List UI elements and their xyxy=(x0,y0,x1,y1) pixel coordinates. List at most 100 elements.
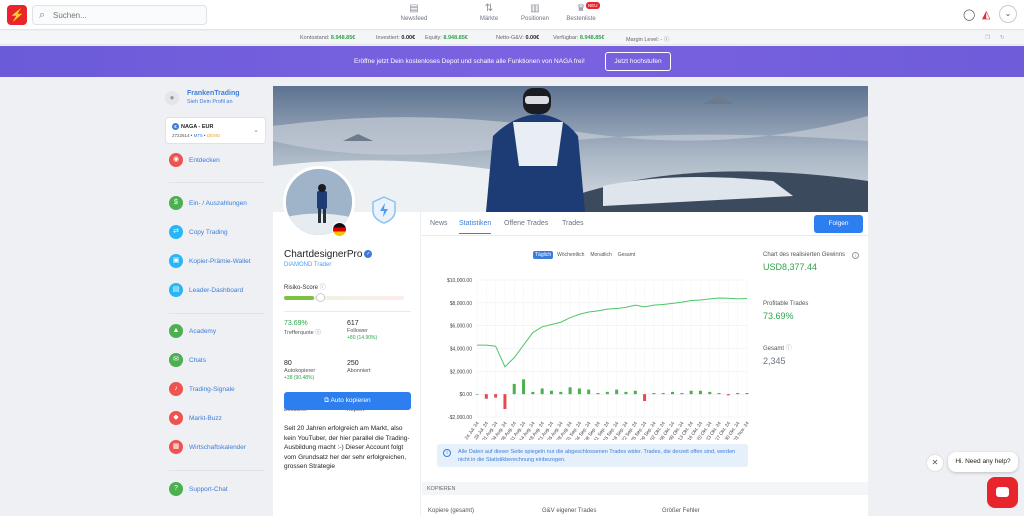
tab-news[interactable]: News xyxy=(430,220,448,227)
kopieren-section-header: KOPIEREN xyxy=(422,482,868,495)
daily-pnl-bar xyxy=(652,393,656,395)
info-note-text: Alle Daten auf dieser Seite spiegeln nur… xyxy=(458,449,736,463)
sidebar-item-label: Wirtschaftskalender xyxy=(189,444,247,451)
chat-greeting[interactable]: Hi. Need any help? xyxy=(948,452,1018,472)
close-icon[interactable]: ✕ xyxy=(926,454,944,472)
sidebar-item-academy[interactable]: ▲ Academy xyxy=(169,324,269,338)
upgrade-button[interactable]: Jetzt hochstufen xyxy=(605,52,671,71)
period-daily[interactable]: Täglich xyxy=(533,251,554,259)
sidebar-item-label: Chats xyxy=(189,357,206,364)
account-stats-bar: Kontostand: 8.948.85€ Investiert: 0.00€ … xyxy=(0,31,1024,45)
y-tick-label: $2,000.00 xyxy=(450,369,472,375)
chat-launcher-button[interactable] xyxy=(987,477,1018,508)
nav-newsfeed[interactable]: ▤ Newsfeed xyxy=(384,2,444,22)
nav-markets-label: Märkte xyxy=(479,16,499,22)
notification-bell-icon[interactable]: ◭ xyxy=(982,8,990,21)
search-input[interactable] xyxy=(53,8,203,22)
banner-text: Eröffne jetzt Dein kostenloses Depot und… xyxy=(354,58,585,65)
auto-copy-label: Auto kopieren xyxy=(330,397,371,404)
tab-statistics[interactable]: Statistiken xyxy=(459,220,492,234)
info-icon[interactable]: ⓘ xyxy=(786,346,792,352)
period-weekly[interactable]: Wöchentlich xyxy=(555,251,586,259)
daily-pnl-bar xyxy=(559,391,563,395)
daily-pnl-bar xyxy=(494,394,498,398)
account-type: MT5 xyxy=(193,133,203,138)
nav-positions-label: Positionen xyxy=(520,16,550,22)
followers-stat: 617 Follower +80 (14.90%) xyxy=(347,320,377,341)
info-note: i Alle Daten auf dieser Seite spiegeln nu… xyxy=(437,444,748,467)
y-tick-label: $6,000.00 xyxy=(450,324,472,330)
sidebar-item-entdecken[interactable]: ◉ Entdecken xyxy=(169,153,269,167)
leaderboard-icon: ♛ xyxy=(576,3,586,14)
cover-image xyxy=(273,86,868,212)
naga-logo[interactable]: ⚡ xyxy=(7,5,27,25)
search-box[interactable]: ⌕ xyxy=(32,5,207,25)
germany-flag-icon xyxy=(332,222,347,237)
diamond-badge-icon xyxy=(372,196,396,224)
sidebar-item-copy-trading[interactable]: ⇄ Copy Trading xyxy=(169,225,269,239)
chat-icon xyxy=(996,487,1009,497)
daily-pnl-bar xyxy=(549,390,553,395)
stat-margin: Margin Level: - ⓘ xyxy=(626,37,670,43)
chat-bubble-icon[interactable]: ◯ xyxy=(963,8,975,21)
daily-pnl-bar xyxy=(512,383,516,395)
daily-pnl-bar xyxy=(484,394,488,399)
tab-open-trades[interactable]: Offene Trades xyxy=(504,220,548,227)
trader-type: DIAMOND Trader xyxy=(284,262,332,268)
period-monthly[interactable]: Monatlich xyxy=(588,251,613,259)
sidebar-item-chats[interactable]: ✉ Chats xyxy=(169,353,269,367)
user-menu-chevron-icon[interactable]: ⌄ xyxy=(999,5,1017,23)
risk-knob xyxy=(316,293,325,302)
autocopiers-label: Autokopierer xyxy=(284,368,316,374)
sidebar-item-markt-buzz[interactable]: ◆ Markt-Buzz xyxy=(169,411,269,425)
cumulative-profit-line xyxy=(477,297,748,368)
sidebar-item-kopier-prämie-wallet[interactable]: ▣ Kopier-Prämie-Wallet xyxy=(169,254,269,268)
nav-icon: ▦ xyxy=(169,440,183,454)
account-selector[interactable]: € NAGA - EUR 2722614 • MT5 • DEMO ⌄ xyxy=(165,117,266,144)
trader-bio: Seit 20 Jahren erfolgreich am Markt, als… xyxy=(284,425,410,470)
info-icon[interactable]: i xyxy=(852,252,859,259)
account-name-label: NAGA - EUR xyxy=(181,124,214,130)
daily-pnl-bar xyxy=(671,391,675,395)
profile-name: FrankenTrading xyxy=(187,90,240,97)
sidebar-item-leader-dashboard[interactable]: ▤ Leader-Dashboard xyxy=(169,283,269,297)
followers-label: Follower xyxy=(347,328,368,334)
search-icon: ⌕ xyxy=(39,9,46,21)
nav-icon: ? xyxy=(169,482,183,496)
sidebar: ● FrankenTrading Sieh Dein Profil an € NA… xyxy=(164,86,269,516)
stat-label: Kontostand: xyxy=(300,35,330,41)
sidebar-profile[interactable]: ● FrankenTrading Sieh Dein Profil an xyxy=(164,86,269,111)
auto-copy-button[interactable]: ⧉ Auto kopieren xyxy=(284,392,411,410)
sidebar-item-ein-auszahlungen[interactable]: $ Ein- / Auszahlungen xyxy=(169,196,269,210)
sidebar-item-label: Ein- / Auszahlungen xyxy=(189,200,247,207)
tab-trades[interactable]: Trades xyxy=(562,220,584,227)
stats-panel: News Statistiken Offene Trades Trades Fo… xyxy=(422,212,868,516)
risk-label-text: Risiko-Score xyxy=(284,285,319,291)
total-label: Gesamt xyxy=(763,346,785,352)
refresh-icon[interactable]: ↻ xyxy=(1000,35,1005,41)
account-details: 2722614 • MT5 • DEMO xyxy=(172,133,221,138)
nav-leaderboard[interactable]: ♛ NEU Bestenliste xyxy=(551,2,611,22)
autocopiers-change: +38 (90.48%) xyxy=(284,375,315,381)
info-icon[interactable]: ⓘ xyxy=(320,285,326,291)
sidebar-item-trading-signale[interactable]: ♪ Trading-Signale xyxy=(169,382,269,396)
stat-value: 8.948.85€ xyxy=(443,35,468,41)
newsfeed-icon: ▤ xyxy=(409,3,419,14)
sidebar-item-label: Entdecken xyxy=(189,157,220,164)
account-number: 2722614 xyxy=(172,133,190,138)
daily-pnl-bar xyxy=(717,393,721,395)
total-value: 2,345 xyxy=(763,356,786,366)
daily-pnl-bar xyxy=(726,394,730,396)
daily-pnl-bar xyxy=(531,391,535,395)
sidebar-item-label: Kopier-Prämie-Wallet xyxy=(189,258,251,265)
copy-icon[interactable]: ❐ xyxy=(985,35,990,41)
daily-pnl-bar xyxy=(615,389,619,395)
sidebar-item-support-chat[interactable]: ? Support-Chat xyxy=(169,482,269,496)
profit-chart: $10,000.00 $8,000.00 $6,000.00 $4,000.00 $2,… xyxy=(447,278,751,440)
y-tick-label: -$2,000.00 xyxy=(448,415,472,421)
period-total[interactable]: Gesamt xyxy=(616,251,638,259)
stat-label: Equity: xyxy=(425,35,442,41)
follow-button[interactable]: Folgen xyxy=(814,215,863,233)
sidebar-item-wirtschaftskalender[interactable]: ▦ Wirtschaftskalender xyxy=(169,440,269,454)
autocopiers-value: 80 xyxy=(284,360,292,367)
